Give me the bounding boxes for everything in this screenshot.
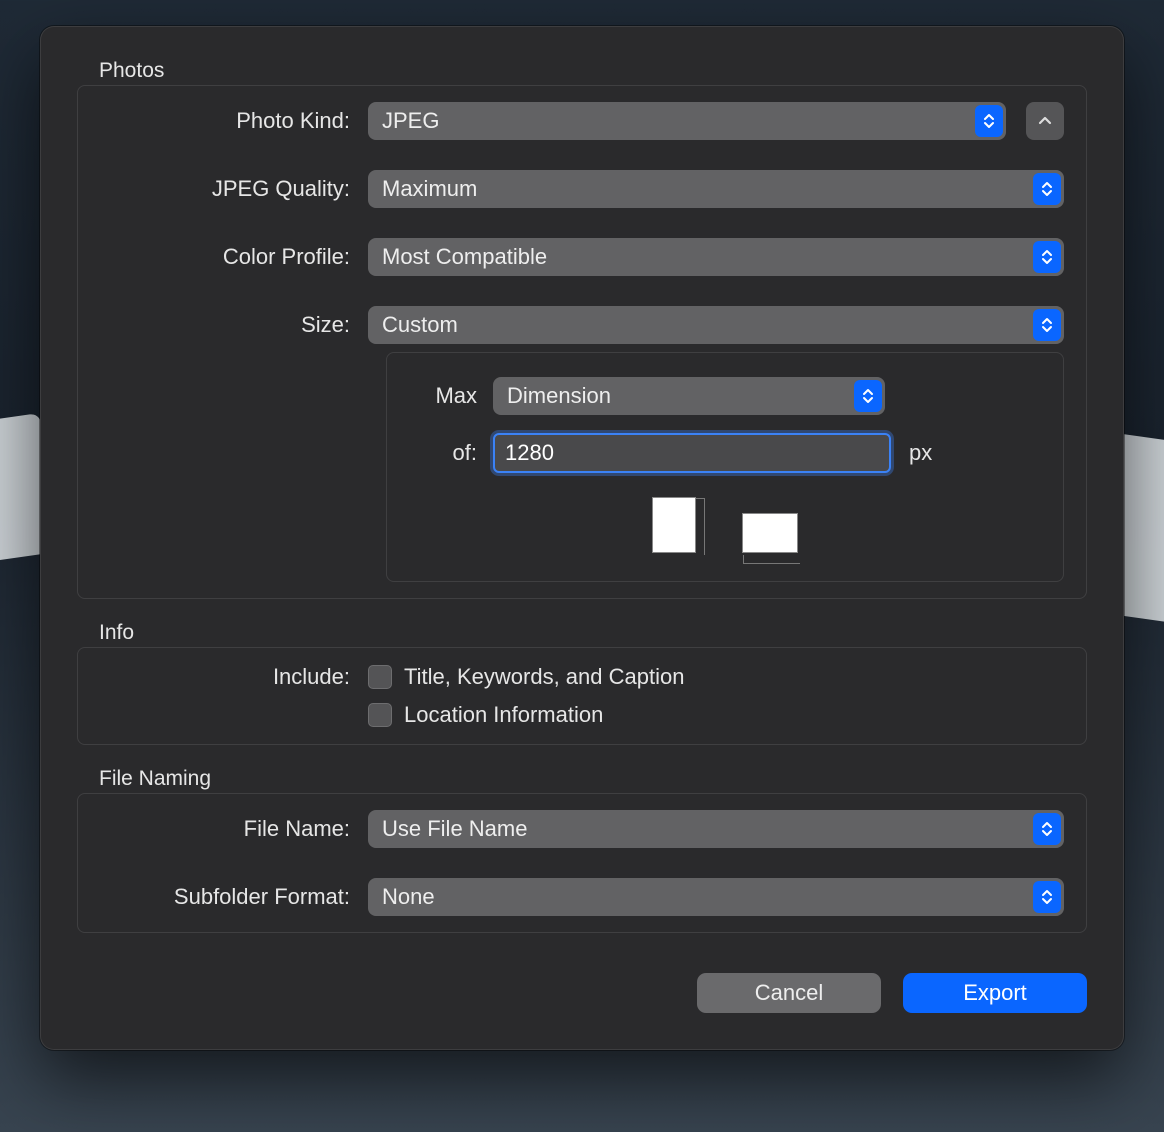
cancel-button[interactable]: Cancel (697, 973, 881, 1013)
updown-icon (1033, 241, 1061, 273)
jpeg-quality-select[interactable]: Maximum (368, 170, 1064, 208)
color-profile-label: Color Profile: (100, 244, 368, 270)
color-profile-select[interactable]: Most Compatible (368, 238, 1064, 276)
export-button-label: Export (963, 980, 1027, 1006)
export-sheet: Photos Photo Kind: JPEG JPEG Quality: (40, 26, 1124, 1050)
unit-label: px (909, 440, 932, 466)
photo-kind-label: Photo Kind: (100, 108, 368, 134)
custom-size-panel: Max Dimension of: px (386, 352, 1064, 582)
size-label: Size: (100, 312, 368, 338)
updown-icon (1033, 881, 1061, 913)
subfolder-format-select[interactable]: None (368, 878, 1064, 916)
max-dimension-input[interactable] (493, 433, 891, 473)
updown-icon (1033, 173, 1061, 205)
jpeg-quality-label: JPEG Quality: (100, 176, 368, 202)
photo-kind-value: JPEG (382, 108, 439, 134)
updown-icon (1033, 813, 1061, 845)
photos-section: Photo Kind: JPEG JPEG Quality: (77, 85, 1087, 599)
landscape-preview-icon (742, 513, 798, 553)
photos-section-title: Photos (99, 59, 1087, 83)
title-keywords-caption-label: Title, Keywords, and Caption (404, 664, 684, 690)
file-name-select[interactable]: Use File Name (368, 810, 1064, 848)
portrait-preview-icon (652, 497, 696, 553)
location-info-label: Location Information (404, 702, 603, 728)
subfolder-format-value: None (382, 884, 435, 910)
chevron-up-icon (1038, 112, 1052, 130)
info-section: Include: Title, Keywords, and Caption Lo… (77, 647, 1087, 745)
size-select[interactable]: Custom (368, 306, 1064, 344)
of-label: of: (423, 440, 493, 466)
include-label: Include: (100, 664, 368, 690)
info-section-title: Info (99, 621, 1087, 645)
jpeg-quality-value: Maximum (382, 176, 477, 202)
updown-icon (975, 105, 1003, 137)
file-naming-section-title: File Naming (99, 767, 1087, 791)
max-dimension-value: Dimension (507, 383, 611, 409)
updown-icon (1033, 309, 1061, 341)
file-naming-section: File Name: Use File Name Subfolder Forma… (77, 793, 1087, 933)
color-profile-value: Most Compatible (382, 244, 547, 270)
size-value: Custom (382, 312, 458, 338)
collapse-button[interactable] (1026, 102, 1064, 140)
cancel-button-label: Cancel (755, 980, 823, 1006)
subfolder-format-label: Subfolder Format: (100, 884, 368, 910)
updown-icon (854, 380, 882, 412)
location-info-checkbox[interactable] (368, 703, 392, 727)
max-label: Max (423, 383, 493, 409)
file-name-value: Use File Name (382, 816, 527, 842)
size-preview (423, 497, 1027, 553)
title-keywords-caption-checkbox[interactable] (368, 665, 392, 689)
max-dimension-select[interactable]: Dimension (493, 377, 885, 415)
dialog-footer: Cancel Export (77, 973, 1087, 1013)
export-button[interactable]: Export (903, 973, 1087, 1013)
file-name-label: File Name: (100, 816, 368, 842)
photo-kind-select[interactable]: JPEG (368, 102, 1006, 140)
